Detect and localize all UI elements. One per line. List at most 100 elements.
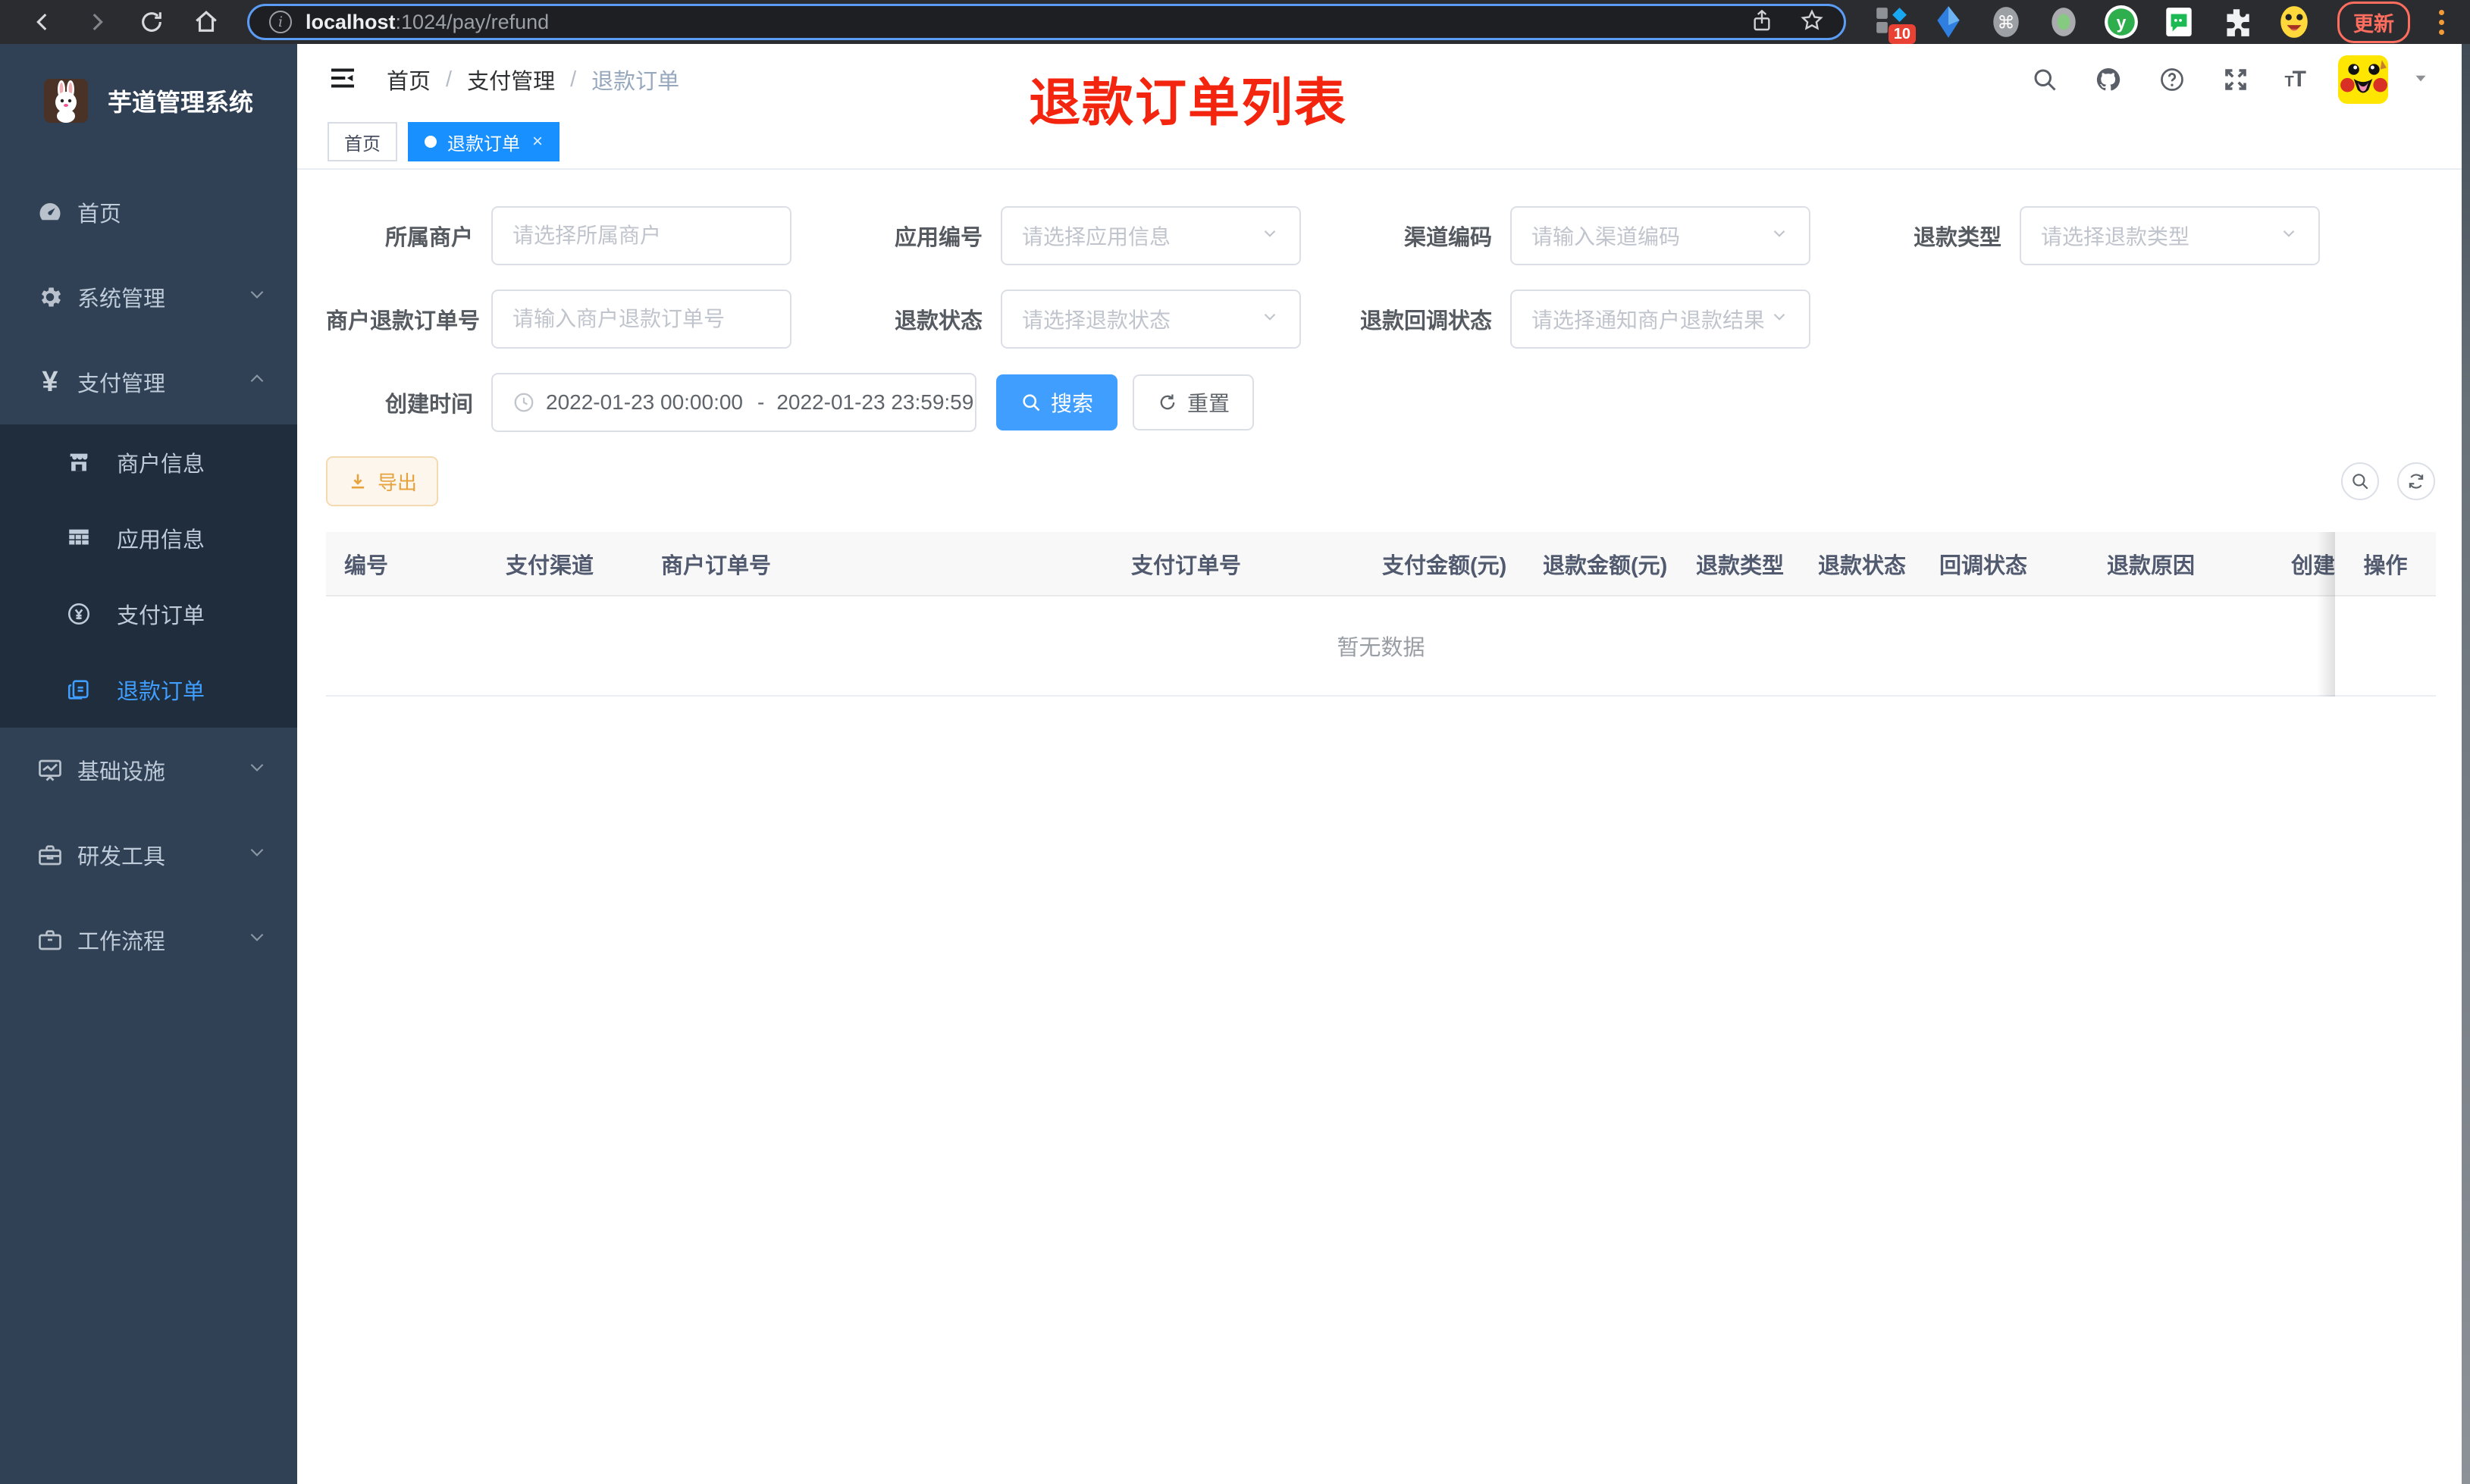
- url-text[interactable]: localhost:1024/pay/refund: [306, 11, 549, 34]
- table-header-row: 编号 支付渠道 商户订单号 支付订单号 支付金额(元) 退款金额(元) 退款类型…: [326, 532, 2436, 596]
- help-icon[interactable]: [2157, 64, 2187, 95]
- caret-down-icon[interactable]: [2411, 68, 2431, 92]
- extension-diigo-icon[interactable]: 10: [1873, 5, 1916, 44]
- toggle-search-icon[interactable]: [2341, 462, 2379, 500]
- site-info-icon[interactable]: i: [269, 11, 292, 33]
- field-label: 商户退款订单号: [326, 309, 481, 333]
- field-label: 创建时间: [384, 393, 473, 417]
- field-label: 退款类型: [1913, 226, 2001, 250]
- reload-icon[interactable]: [127, 4, 176, 40]
- column-header: 支付订单号: [1113, 532, 1364, 596]
- sidebar: 芋道管理系统 首页 系统管理 ¥ 支付管理 商户信息 应用信息 支付订单 退款订…: [0, 44, 297, 1484]
- svg-text:y: y: [2117, 12, 2127, 32]
- sidebar-item-dev-tools[interactable]: 研发工具: [0, 812, 297, 897]
- field-label: 所属商户: [384, 226, 473, 250]
- chevron-down-icon: [1260, 307, 1280, 332]
- forward-icon[interactable]: [73, 4, 121, 40]
- channel-select[interactable]: 请输入渠道编码: [1510, 206, 1810, 265]
- font-size-icon[interactable]: TT: [2284, 67, 2306, 92]
- sidebar-logo[interactable]: 芋道管理系统: [0, 44, 297, 141]
- logo-rabbit-avatar: [44, 79, 88, 123]
- clock-icon: [512, 391, 535, 414]
- column-header: 商户订单号: [643, 532, 1113, 596]
- field-label: 应用编号: [894, 226, 983, 250]
- sidebar-item-workflow[interactable]: 工作流程: [0, 897, 297, 982]
- chevron-down-icon: [2279, 224, 2299, 249]
- export-button[interactable]: 导出: [326, 456, 439, 506]
- avatar[interactable]: [2338, 55, 2388, 104]
- extensions-puzzle-icon[interactable]: [2219, 5, 2254, 39]
- column-header: 退款状态: [1800, 532, 1921, 596]
- refund-status-select[interactable]: 请选择退款状态: [1001, 290, 1301, 349]
- tab-refund-order[interactable]: 退款订单 ×: [408, 122, 560, 161]
- reset-button[interactable]: 重置: [1133, 374, 1255, 430]
- grid-icon: [64, 523, 94, 553]
- range-start-value: 2022-01-23 00:00:00: [546, 390, 743, 414]
- range-end-value: 2022-01-23 23:59:59: [776, 390, 974, 414]
- yen-icon: ¥: [42, 365, 58, 398]
- create-time-range-picker[interactable]: 2022-01-23 00:00:00 - 2022-01-23 23:59:5…: [491, 373, 976, 432]
- refund-table: 编号 支付渠道 商户订单号 支付订单号 支付金额(元) 退款金额(元) 退款类型…: [326, 532, 2436, 697]
- sidebar-item-home[interactable]: 首页: [0, 170, 297, 255]
- main-area: 退款订单列表 首页 / 支付管理 / 退款订单 TT 首页 退款订单 × 所属商…: [297, 44, 2470, 1484]
- page-content: 所属商户 应用编号 请选择应用信息 渠道编码 请输入渠道编码: [297, 170, 2470, 697]
- breadcrumb-home[interactable]: 首页: [387, 64, 431, 95]
- sidebar-item-refund-order[interactable]: 退款订单: [0, 652, 297, 728]
- extension-green-dot-icon[interactable]: [2046, 5, 2081, 39]
- refresh-icon[interactable]: [2397, 462, 2435, 500]
- sidebar-collapse-icon[interactable]: [328, 63, 361, 96]
- back-icon[interactable]: [18, 4, 67, 40]
- sidebar-item-label: 支付管理: [77, 372, 166, 396]
- sidebar-item-merchant-info[interactable]: 商户信息: [0, 424, 297, 500]
- browser-update-button[interactable]: 更新: [2337, 1, 2410, 43]
- monitor-icon: [33, 755, 67, 785]
- sidebar-item-label: 基础设施: [77, 760, 166, 784]
- browser-menu-icon[interactable]: [2431, 9, 2452, 35]
- close-icon[interactable]: ×: [532, 131, 543, 152]
- app-select[interactable]: 请选择应用信息: [1001, 206, 1301, 265]
- sidebar-item-app-info[interactable]: 应用信息: [0, 500, 297, 576]
- refund-type-select[interactable]: 请选择退款类型: [2020, 206, 2320, 265]
- sidebar-item-pay-order[interactable]: 支付订单: [0, 576, 297, 652]
- column-header: 回调状态: [1921, 532, 2089, 596]
- extension-y-icon[interactable]: y: [2104, 5, 2139, 39]
- column-header: 编号: [326, 532, 487, 596]
- field-label: 渠道编码: [1403, 226, 1492, 250]
- address-bar[interactable]: i localhost:1024/pay/refund: [247, 4, 1846, 40]
- filter-row-2: 商户退款订单号 退款状态 请选择退款状态 退款回调状态 请选择通知商户退款结果的: [326, 290, 2470, 349]
- merchant-input[interactable]: [491, 206, 791, 265]
- sidebar-item-payment[interactable]: ¥ 支付管理: [0, 340, 297, 424]
- empty-row: 暂无数据: [326, 596, 2436, 697]
- home-icon[interactable]: [182, 4, 230, 40]
- bookmark-star-icon[interactable]: [1800, 8, 1824, 36]
- sidebar-item-infrastructure[interactable]: 基础设施: [0, 728, 297, 812]
- sidebar-menu: 首页 系统管理 ¥ 支付管理 商户信息 应用信息 支付订单 退款订单 基础设施 …: [0, 170, 297, 982]
- app-title: 芋道管理系统: [108, 89, 254, 116]
- fullscreen-icon[interactable]: [2221, 64, 2251, 95]
- extension-emoji-icon[interactable]: [2277, 5, 2312, 39]
- sidebar-item-system[interactable]: 系统管理: [0, 255, 297, 340]
- search-icon[interactable]: [2030, 64, 2060, 95]
- extension-kite-icon[interactable]: [1931, 5, 1966, 39]
- sidebar-item-label: 工作流程: [77, 930, 166, 954]
- filter-row-3: 创建时间 2022-01-23 00:00:00 - 2022-01-23 23…: [326, 373, 2470, 432]
- chevron-down-icon: [1769, 224, 1789, 249]
- breadcrumb-payment[interactable]: 支付管理: [467, 64, 555, 95]
- share-icon[interactable]: [1750, 8, 1774, 36]
- tab-home[interactable]: 首页: [328, 122, 397, 161]
- breadcrumb: 首页 / 支付管理 / 退款订单: [387, 64, 679, 95]
- extension-command-icon[interactable]: ⌘: [1989, 5, 2023, 39]
- chevron-down-icon: [247, 842, 267, 868]
- notify-status-select[interactable]: 请选择通知商户退款结果的: [1510, 290, 1810, 349]
- field-label: 退款状态: [894, 309, 983, 333]
- header-actions: TT: [2030, 55, 2431, 104]
- merchant-refund-no-input[interactable]: [491, 290, 791, 349]
- chevron-down-icon: [1260, 224, 1280, 249]
- search-button[interactable]: 搜索: [996, 374, 1118, 430]
- chevron-down-icon: [247, 927, 267, 953]
- column-header: 支付渠道: [487, 532, 643, 596]
- briefcase-icon: [33, 925, 67, 955]
- page-annotation: 退款订单列表: [1029, 74, 1348, 132]
- extension-chat-icon[interactable]: [2161, 5, 2196, 39]
- github-icon[interactable]: [2093, 64, 2124, 95]
